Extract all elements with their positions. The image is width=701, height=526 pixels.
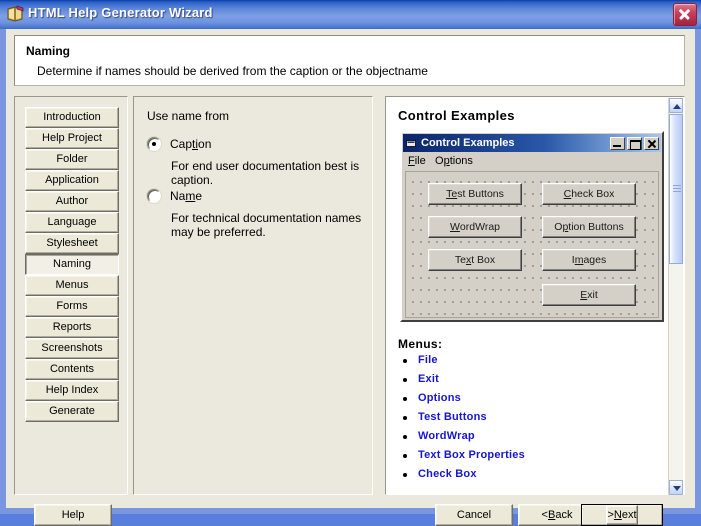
menus-list-item[interactable]: Check Box bbox=[398, 468, 525, 487]
sidebar-item-label: Naming bbox=[53, 258, 91, 270]
form-button-check-box[interactable]: Check Box bbox=[542, 183, 636, 205]
close-icon[interactable] bbox=[644, 137, 659, 150]
form-window-icon bbox=[406, 138, 417, 148]
menus-list-item[interactable]: Text Box Properties bbox=[398, 449, 525, 468]
menus-list-item[interactable]: File bbox=[398, 354, 525, 373]
form-title: Control Examples bbox=[421, 137, 515, 149]
maximize-icon[interactable] bbox=[627, 137, 642, 150]
menus-list-item[interactable]: Test Buttons bbox=[398, 411, 525, 430]
book-icon bbox=[6, 5, 24, 23]
preview-heading: Control Examples bbox=[398, 108, 515, 123]
menus-list-item[interactable]: Exit bbox=[398, 373, 525, 392]
scroll-down-arrow-icon[interactable] bbox=[669, 480, 683, 495]
menus-list-item-label: WordWrap bbox=[418, 430, 475, 442]
sidebar-item-application[interactable]: Application bbox=[25, 170, 119, 191]
sidebar-item-screenshots[interactable]: Screenshots bbox=[25, 338, 119, 359]
form-button-wordwrap[interactable]: WordWrap bbox=[428, 216, 522, 238]
sidebar-item-folder[interactable]: Folder bbox=[25, 149, 119, 170]
sidebar-item-label: Reports bbox=[52, 321, 92, 333]
next-button[interactable]: > Next bbox=[581, 504, 663, 526]
menus-list-item-label: File bbox=[418, 354, 438, 366]
sidebar-item-menus[interactable]: Menus bbox=[25, 275, 119, 296]
radio-label: Name bbox=[170, 189, 203, 203]
sidebar-item-contents[interactable]: Contents bbox=[25, 359, 119, 380]
menus-list-item-label: Text Box Properties bbox=[418, 449, 525, 461]
form-titlebar: Control Examples bbox=[403, 134, 661, 152]
cancel-button[interactable]: Cancel bbox=[435, 504, 513, 526]
menus-heading: Menus: bbox=[398, 337, 443, 351]
sidebar-item-label: Contents bbox=[49, 363, 95, 375]
sidebar-item-introduction[interactable]: Introduction bbox=[25, 107, 119, 128]
help-button[interactable]: Help bbox=[34, 504, 112, 526]
window-title: HTML Help Generator Wizard bbox=[28, 5, 213, 20]
sidebar-item-help-project[interactable]: Help Project bbox=[25, 128, 119, 149]
radio-caption[interactable]: Caption bbox=[147, 137, 211, 151]
options-panel: Use name from Caption For end user docume… bbox=[133, 96, 373, 495]
sidebar-item-label: Author bbox=[55, 195, 89, 207]
sidebar-item-label: Forms bbox=[56, 300, 88, 312]
page-header: Naming Determine if names should be deri… bbox=[14, 35, 685, 86]
preview-panel: Control Examples Control Examples File O… bbox=[385, 96, 685, 495]
sidebar-item-generate[interactable]: Generate bbox=[25, 401, 119, 422]
sidebar-item-language[interactable]: Language bbox=[25, 212, 119, 233]
radio-indicator-icon bbox=[147, 137, 161, 151]
sidebar-item-label: Help Project bbox=[42, 132, 102, 144]
sidebar-item-author[interactable]: Author bbox=[25, 191, 119, 212]
form-button-text-box[interactable]: Te x t Box bbox=[428, 249, 522, 271]
radio-name[interactable]: Name bbox=[147, 189, 202, 203]
radio-description: For end user documentation best is capti… bbox=[171, 159, 360, 187]
preview-scroll-content: Control Examples Control Examples File O… bbox=[387, 98, 669, 495]
form-button-exit[interactable]: Exit bbox=[542, 284, 636, 306]
form-menu-options[interactable]: Options bbox=[435, 155, 473, 167]
use-name-from-label: Use name from bbox=[147, 109, 230, 123]
menus-list-item-label: Exit bbox=[418, 373, 439, 385]
preview-scrollbar[interactable] bbox=[668, 98, 683, 495]
form-menubar: File Options bbox=[403, 153, 661, 169]
menus-link-list: File Exit Options Test Buttons WordWrap Text … bbox=[398, 354, 525, 487]
sidebar-item-label: Menus bbox=[55, 279, 89, 291]
menus-list-item[interactable]: WordWrap bbox=[398, 430, 525, 449]
sidebar-item-label: Introduction bbox=[43, 111, 101, 123]
radio-description: For technical documentation names may be… bbox=[171, 211, 362, 239]
sidebar-item-label: Stylesheet bbox=[46, 237, 98, 249]
window-client-area: Naming Determine if names should be deri… bbox=[6, 29, 695, 526]
close-icon[interactable] bbox=[673, 3, 697, 26]
sidebar-item-label: Generate bbox=[49, 405, 95, 417]
scroll-up-arrow-icon[interactable] bbox=[669, 98, 683, 113]
form-button-test-buttons[interactable]: Te st Buttons bbox=[428, 183, 522, 205]
sidebar-item-label: Folder bbox=[56, 153, 88, 165]
menus-list-item-label: Test Buttons bbox=[418, 411, 487, 423]
control-examples-form: Control Examples File Options Te st Butto… bbox=[400, 131, 664, 322]
sidebar-item-label: Application bbox=[45, 174, 99, 186]
menus-list-item[interactable]: Options bbox=[398, 392, 525, 411]
sidebar-item-help-index[interactable]: Help Index bbox=[25, 380, 119, 401]
page-subtitle: Determine if names should be derived fro… bbox=[37, 64, 428, 78]
sidebar-panel: Introduction Help Project Folder Applicatio… bbox=[14, 96, 128, 495]
sidebar-item-naming[interactable]: Naming bbox=[25, 254, 119, 275]
form-design-canvas: Te st Buttons WordWrap Te x t Box Check Box Op t… bbox=[405, 171, 659, 318]
menus-list-item-label: Check Box bbox=[418, 468, 477, 480]
form-menu-file[interactable]: File bbox=[408, 155, 426, 167]
scrollbar-thumb[interactable] bbox=[669, 114, 683, 264]
wizard-window: HTML Help Generator Wizard Naming Determ… bbox=[0, 0, 701, 526]
sidebar-item-forms[interactable]: Forms bbox=[25, 296, 119, 317]
form-button-images[interactable]: Im ages bbox=[542, 249, 636, 271]
page-title: Naming bbox=[26, 44, 71, 58]
sidebar-item-label: Help Index bbox=[45, 384, 99, 396]
window-titlebar: HTML Help Generator Wizard bbox=[0, 0, 701, 29]
sidebar-item-label: Screenshots bbox=[41, 342, 103, 354]
radio-indicator-icon bbox=[147, 189, 161, 203]
menus-list-item-label: Options bbox=[418, 392, 461, 404]
radio-label: Caption bbox=[170, 137, 212, 151]
sidebar-item-stylesheet[interactable]: Stylesheet bbox=[25, 233, 119, 254]
form-button-option-buttons[interactable]: Op tion Buttons bbox=[542, 216, 636, 238]
sidebar-item-reports[interactable]: Reports bbox=[25, 317, 119, 338]
sidebar-item-label: Language bbox=[47, 216, 97, 228]
minimize-icon[interactable] bbox=[610, 137, 625, 150]
